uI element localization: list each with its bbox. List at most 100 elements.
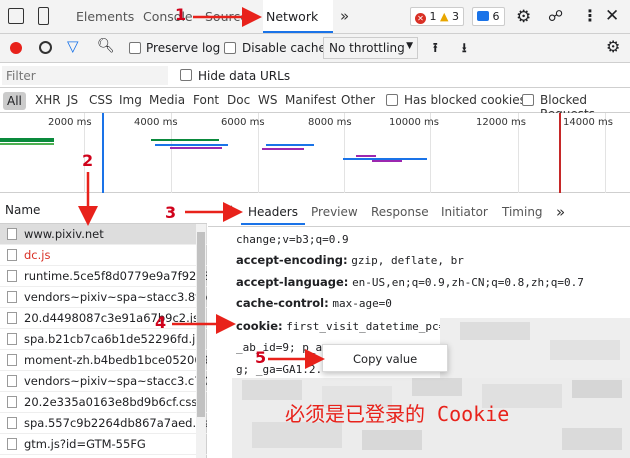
overlay-note: 必须是已登录的 Cookie (285, 402, 510, 426)
type-filter-img[interactable]: Img (119, 93, 142, 107)
waterfall-bar (266, 144, 314, 146)
more-tabs-button[interactable]: » (340, 0, 349, 33)
file-icon (7, 333, 17, 345)
header-row[interactable]: accept-encoding: gzip, deflate, br (236, 253, 464, 267)
timeline-tick: 14000 ms (563, 117, 613, 128)
gear-icon[interactable]: ⚙ (516, 7, 531, 27)
header-key: cookie: (236, 319, 283, 333)
tab-elements[interactable]: Elements (76, 0, 134, 33)
hide-data-urls-checkbox[interactable] (180, 69, 192, 81)
request-row[interactable]: runtime.5ce5f8d0779e9a7f9278. (0, 266, 207, 287)
record-icon[interactable] (10, 42, 22, 54)
scrollbar-thumb[interactable] (197, 232, 205, 417)
waterfall-bar (151, 139, 219, 141)
issues-badge[interactable]: ✕ 1 ▲ 3 (410, 7, 464, 26)
header-row[interactable]: g; _ga=GA1.2. (236, 362, 322, 376)
disable-cache-checkbox[interactable] (224, 42, 236, 54)
throttling-value: No throttling (329, 41, 405, 55)
waterfall-bar (170, 147, 222, 149)
tab-response[interactable]: Response (371, 199, 429, 225)
type-filter-xhr[interactable]: XHR (35, 93, 61, 107)
request-name: moment-zh.b4bedb1bce052069 (24, 353, 207, 367)
has-blocked-cookies-checkbox[interactable] (386, 94, 398, 106)
device-toggle-icon[interactable] (38, 7, 49, 25)
clear-icon[interactable] (39, 41, 52, 54)
load-line (559, 113, 561, 193)
network-settings-icon[interactable]: ⚙ (606, 37, 620, 56)
upload-icon[interactable]: ⭱ (433, 39, 438, 61)
more-details-tabs-button[interactable]: » (556, 199, 565, 225)
tab-sources[interactable]: Sources (205, 0, 254, 33)
timeline-tick: 2000 ms (48, 117, 92, 128)
request-name: 20.2e335a0163e8bd9b6cf.css (24, 395, 198, 409)
request-row[interactable]: moment-zh.b4bedb1bce052069 (0, 350, 207, 371)
redacted-block (362, 430, 422, 450)
annotation-number-5: 5 (255, 348, 267, 367)
header-row[interactable]: accept-language: en-US,en;q=0.9,zh-CN;q=… (236, 275, 584, 289)
type-filter-manifest[interactable]: Manifest (285, 93, 336, 107)
type-filter-other[interactable]: Other (341, 93, 375, 107)
filter-input[interactable] (2, 66, 168, 85)
network-toolbar: ▽ 🔍︎ Preserve log Disable cache No throt… (0, 34, 630, 63)
type-filter-font[interactable]: Font (193, 93, 219, 107)
file-icon (7, 375, 17, 387)
request-name: gtm.js?id=GTM-55FG (24, 437, 146, 451)
message-count: 6 (492, 10, 500, 23)
type-filter-js[interactable]: JS (67, 93, 78, 107)
annotation-number-2: 2 (82, 151, 94, 170)
request-row[interactable]: vendors~pixiv~spa~stacc3.c700 (0, 371, 207, 392)
type-filter-doc[interactable]: Doc (227, 93, 250, 107)
tab-headers[interactable]: Headers (241, 199, 305, 225)
close-details-icon[interactable]: × (221, 200, 234, 219)
redacted-block (412, 378, 462, 396)
header-row[interactable]: change;v=b3;q=0.9 (236, 232, 349, 246)
search-icon[interactable]: 🔍︎ (97, 38, 115, 54)
request-row[interactable]: 20.2e335a0163e8bd9b6cf.css (0, 392, 207, 413)
request-row[interactable]: vendors~pixiv~spa~stacc3.8fcd (0, 287, 207, 308)
redacted-block (550, 340, 620, 360)
request-row[interactable]: dc.js (0, 245, 207, 266)
name-column-header[interactable]: Name (5, 203, 40, 217)
header-row[interactable]: _ab_id=9; p_a (236, 340, 322, 354)
type-filter-media[interactable]: Media (149, 93, 185, 107)
request-row[interactable]: gtm.js?id=GTM-55FG (0, 434, 207, 455)
file-icon (7, 396, 17, 408)
blocked-requests-checkbox[interactable] (522, 94, 534, 106)
request-name: spa.557c9b2264db867a7aed.css (24, 416, 207, 430)
close-devtools-icon[interactable]: ✕ (605, 6, 619, 26)
timeline-tick: 12000 ms (476, 117, 526, 128)
header-value: _ab_id=9; p_a (236, 341, 323, 354)
filter-icon[interactable]: ▽ (67, 37, 79, 55)
copy-value-menu-item[interactable]: Copy value (353, 352, 417, 366)
messages-badge[interactable]: 6 (472, 7, 505, 26)
request-name: www.pixiv.net (24, 227, 104, 241)
preserve-log-checkbox[interactable] (129, 42, 141, 54)
tab-initiator[interactable]: Initiator (441, 199, 488, 225)
request-row[interactable]: spa.b21cb7ca6b1de52296fd.js (0, 329, 207, 350)
type-filter-css[interactable]: CSS (89, 93, 113, 107)
request-name: dc.js (24, 248, 51, 262)
more-options-icon[interactable]: ⋮ (582, 6, 598, 25)
download-icon[interactable]: ⭳ (462, 39, 467, 61)
file-icon (7, 249, 17, 261)
tab-preview[interactable]: Preview (311, 199, 358, 225)
inspect-icon[interactable] (8, 8, 24, 24)
connection-icon[interactable]: ☍ (548, 7, 563, 25)
file-icon (7, 291, 17, 303)
request-row[interactable]: spa.557c9b2264db867a7aed.css (0, 413, 207, 434)
request-name: runtime.5ce5f8d0779e9a7f9278. (24, 269, 207, 283)
type-filter-all[interactable]: All (3, 92, 26, 110)
request-row[interactable]: www.pixiv.net (0, 224, 207, 245)
header-value: first_visit_datetime_pc=20 (286, 320, 459, 333)
request-row[interactable]: 20.d4498087c3e91a67b9c2.js (0, 308, 207, 329)
annotation-number-4: 4 (155, 313, 167, 332)
type-filter-ws[interactable]: WS (258, 93, 277, 107)
header-row[interactable]: cache-control: max-age=0 (236, 296, 392, 310)
throttling-select[interactable]: No throttling ▼ (323, 37, 418, 59)
header-row[interactable]: cookie: first_visit_datetime_pc=20 (236, 319, 458, 333)
header-value: g; _ga=GA1.2. (236, 363, 323, 376)
tab-timing[interactable]: Timing (502, 199, 543, 225)
tab-network[interactable]: Network ✕ (263, 0, 333, 58)
chevron-down-icon: ▼ (406, 41, 413, 51)
file-icon (7, 312, 17, 324)
